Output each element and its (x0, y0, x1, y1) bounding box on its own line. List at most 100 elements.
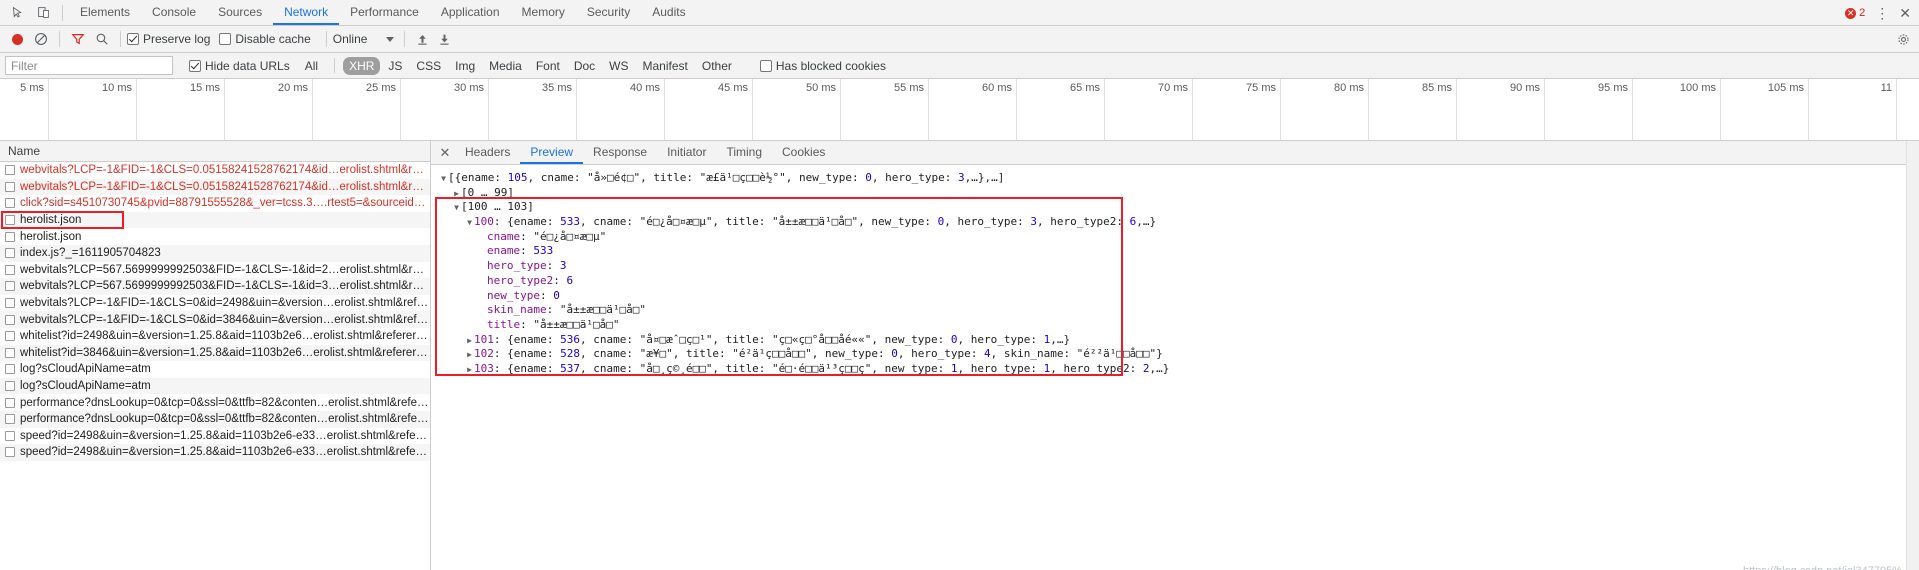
json-line[interactable]: ▶ [0 … 99] (433, 186, 1919, 201)
filter-input[interactable] (5, 56, 173, 75)
timeline-tick (1016, 79, 1017, 140)
filter-divider (334, 58, 336, 73)
json-line[interactable]: ename: 533 (433, 244, 1919, 259)
tab-sources[interactable]: Sources (207, 0, 273, 25)
request-row[interactable]: webvitals?LCP=-1&FID=-1&CLS=0&id=3846&ui… (0, 311, 430, 328)
toolbar-divider-3 (325, 31, 327, 47)
request-row[interactable]: webvitals?LCP=-1&FID=-1&CLS=0.0515824152… (0, 162, 430, 179)
request-row[interactable]: whitelist?id=2498&uin=&version=1.25.8&ai… (0, 327, 430, 345)
search-button[interactable] (90, 27, 114, 51)
tab-network[interactable]: Network (273, 0, 340, 25)
json-line[interactable]: hero_type2: 6 (433, 274, 1919, 289)
error-count-badge[interactable]: ✕ 2 (1841, 7, 1869, 19)
export-har-button[interactable] (433, 28, 455, 50)
error-count-label: 2 (1859, 7, 1866, 19)
request-row[interactable]: log?sCloudApiName=atm (0, 377, 430, 395)
expand-triangle-right-icon[interactable]: ▶ (465, 334, 474, 349)
filter-type-all[interactable]: All (299, 57, 324, 75)
request-row[interactable]: webvitals?LCP=567.5699999992503&FID=-1&C… (0, 278, 430, 295)
detail-tab-preview[interactable]: Preview (520, 141, 584, 164)
tab-audits[interactable]: Audits (641, 0, 696, 25)
filter-type-xhr[interactable]: XHR (343, 56, 381, 75)
close-devtools-icon[interactable]: ✕ (1895, 6, 1915, 20)
json-preview-tree[interactable]: ▼ [{ename: 105, cname: "å»□é¢□", title: "… (431, 165, 1919, 377)
json-line[interactable]: cname: "é□¿å□¤æ□µ" (433, 230, 1919, 245)
request-name: speed?id=2498&uin=&version=1.25.8&aid=11… (20, 446, 430, 459)
json-line[interactable]: ▼ [{ename: 105, cname: "å»□é¢□", title: "… (433, 171, 1919, 186)
close-detail-icon[interactable]: ✕ (435, 142, 455, 164)
tab-performance[interactable]: Performance (339, 0, 430, 25)
device-toolbar-icon[interactable] (30, 1, 56, 25)
detail-tab-headers[interactable]: Headers (455, 141, 520, 164)
request-row[interactable]: herolist.json (0, 211, 430, 229)
tab-memory[interactable]: Memory (511, 0, 576, 25)
expand-triangle-down-icon[interactable]: ▼ (465, 216, 474, 231)
request-row[interactable]: index.js?_=1611905704823 (0, 244, 430, 262)
detail-scrollbar[interactable] (1906, 141, 1919, 570)
has-blocked-cookies-checkbox[interactable]: Has blocked cookies (759, 59, 886, 73)
json-line[interactable]: ▼ [100 … 103] (433, 200, 1919, 215)
tab-security[interactable]: Security (576, 0, 641, 25)
filter-type-media[interactable]: Media (483, 57, 528, 75)
expand-triangle-right-icon[interactable]: ▶ (465, 348, 474, 363)
filter-type-css[interactable]: CSS (410, 57, 447, 75)
request-row[interactable]: performance?dnsLookup=0&tcp=0&ssl=0&ttfb… (0, 394, 430, 411)
json-line[interactable]: title: "å±±æ□□ä¹□å□" (433, 318, 1919, 333)
disable-cache-label: Disable cache (235, 32, 311, 46)
request-row[interactable]: speed?id=2498&uin=&version=1.25.8&aid=11… (0, 444, 430, 461)
filter-type-img[interactable]: Img (449, 57, 481, 75)
record-button[interactable] (5, 27, 29, 51)
inspect-element-icon[interactable] (4, 1, 30, 25)
json-line[interactable]: ▶ 101: {ename: 536, cname: "å¤□æˆ□ç□¹", t… (433, 333, 1919, 348)
json-line[interactable]: ▼ 100: {ename: 533, cname: "é□¿å□¤æ□µ", t… (433, 215, 1919, 230)
request-row[interactable]: whitelist?id=3846&uin=&version=1.25.8&ai… (0, 344, 430, 362)
json-line-text: 100: {ename: 533, cname: "é□¿å□¤æ□µ", ti… (474, 215, 1157, 229)
filter-type-js[interactable]: JS (382, 57, 408, 75)
detail-tab-timing[interactable]: Timing (716, 141, 772, 164)
request-row[interactable]: speed?id=2498&uin=&version=1.25.8&aid=11… (0, 427, 430, 445)
request-type-icon (5, 364, 15, 375)
detail-tab-initiator[interactable]: Initiator (657, 141, 716, 164)
request-row[interactable]: log?sCloudApiName=atm (0, 361, 430, 378)
expand-triangle-right-icon[interactable]: ▶ (452, 187, 461, 202)
throttling-dropdown[interactable]: Online (333, 32, 395, 46)
detail-tab-response[interactable]: Response (583, 141, 657, 164)
request-row[interactable]: performance?dnsLookup=0&tcp=0&ssl=0&ttfb… (0, 410, 430, 428)
hide-data-urls-checkbox[interactable]: Hide data URLs (189, 59, 290, 73)
clear-button[interactable] (29, 27, 53, 51)
json-line[interactable]: ▶ 102: {ename: 528, cname: "æ¥□", title: … (433, 347, 1919, 362)
disable-cache-checkbox[interactable]: Disable cache (219, 32, 311, 46)
more-options-icon[interactable]: ⋮ (1871, 6, 1893, 20)
request-row[interactable]: webvitals?LCP=-1&FID=-1&CLS=0&id=2498&ui… (0, 294, 430, 312)
timeline-tick (576, 79, 577, 140)
tab-console[interactable]: Console (141, 0, 207, 25)
settings-gear-icon[interactable] (1891, 28, 1915, 52)
json-line[interactable]: skin_name: "å±±æ□□ä¹□å□" (433, 303, 1919, 318)
request-row[interactable]: herolist.json (0, 228, 430, 245)
filter-type-ws[interactable]: WS (603, 57, 634, 75)
tab-application[interactable]: Application (430, 0, 511, 25)
network-overview-timeline[interactable]: 5 ms 10 ms 15 ms 20 ms 25 ms 30 ms 35 ms 40 ms 4… (0, 79, 1919, 141)
expand-triangle-down-icon[interactable]: ▼ (452, 201, 461, 216)
column-header-name[interactable]: Name (0, 141, 430, 162)
timeline-tick (1368, 79, 1369, 140)
filter-button[interactable] (66, 27, 90, 51)
request-row[interactable]: webvitals?LCP=567.5699999992503&FID=-1&C… (0, 261, 430, 279)
preserve-log-checkbox[interactable]: Preserve log (127, 32, 210, 46)
filter-type-manifest[interactable]: Manifest (637, 57, 694, 75)
import-har-button[interactable] (411, 28, 433, 50)
request-row[interactable]: webvitals?LCP=-1&FID=-1&CLS=0.0515824152… (0, 178, 430, 196)
json-line[interactable]: ▶ 103: {ename: 537, cname: "å□¸ç©¸é□□", t… (433, 362, 1919, 377)
detail-tab-cookies[interactable]: Cookies (772, 141, 835, 164)
filter-type-doc[interactable]: Doc (568, 57, 601, 75)
json-line-text: title: "å±±æ□□ä¹□å□" (487, 317, 620, 331)
filter-type-other[interactable]: Other (696, 57, 738, 75)
toolbar-right-actions (1891, 26, 1915, 53)
json-line[interactable]: new_type: 0 (433, 289, 1919, 304)
filter-type-font[interactable]: Font (530, 57, 566, 75)
expand-triangle-right-icon[interactable]: ▶ (465, 363, 474, 378)
tab-elements[interactable]: Elements (69, 0, 141, 25)
request-row[interactable]: click?sid=s4510730745&pvid=88791555528&_… (0, 195, 430, 212)
expand-triangle-down-icon[interactable]: ▼ (439, 172, 448, 187)
json-line[interactable]: hero_type: 3 (433, 259, 1919, 274)
